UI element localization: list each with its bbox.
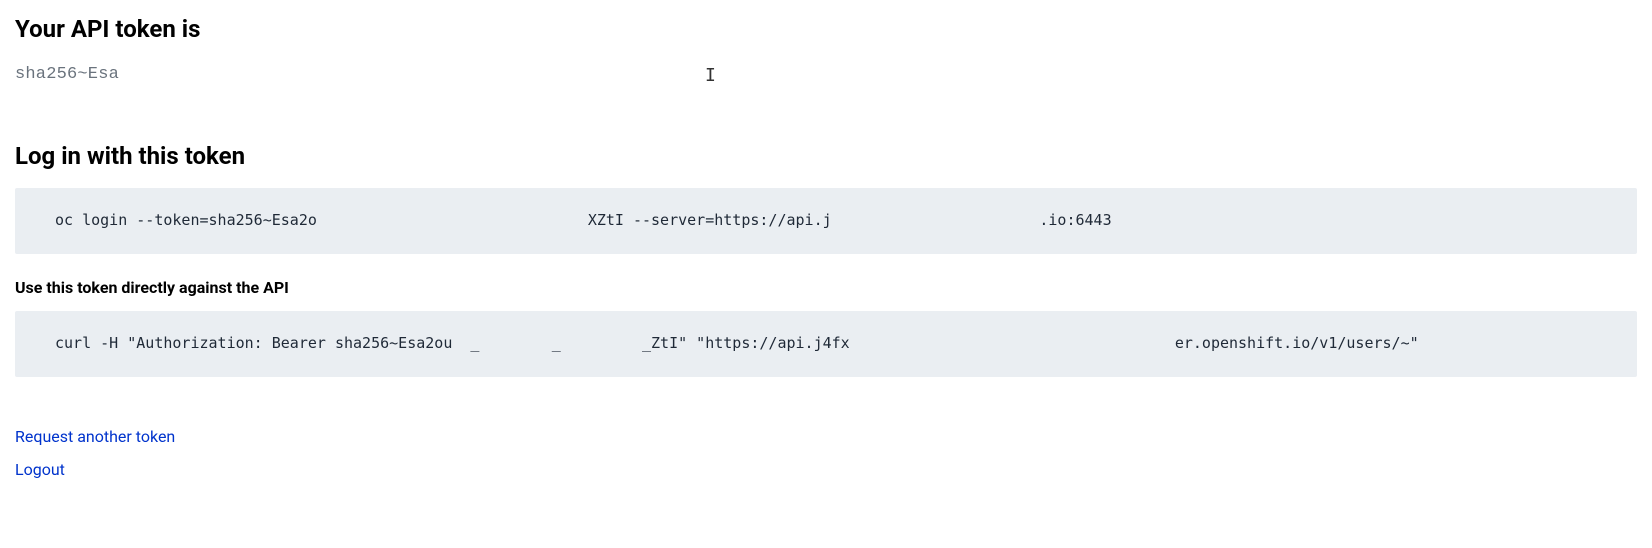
text-cursor-icon: I bbox=[705, 65, 716, 86]
token-display[interactable]: sha256~Esa I bbox=[15, 65, 1637, 84]
request-another-token-link[interactable]: Request another token bbox=[15, 427, 1637, 446]
oc-login-command: oc login --token=sha256~Esa2o XZtI --ser… bbox=[55, 211, 1112, 229]
heading-your-api-token: Your API token is bbox=[15, 15, 1637, 43]
curl-command-block[interactable]: curl -H "Authorization: Bearer sha256~Es… bbox=[15, 311, 1637, 377]
heading-login-with-token: Log in with this token bbox=[15, 142, 1637, 170]
links-section: Request another token Logout bbox=[15, 427, 1637, 479]
oc-login-command-block[interactable]: oc login --token=sha256~Esa2o XZtI --ser… bbox=[15, 188, 1637, 254]
logout-link[interactable]: Logout bbox=[15, 460, 1637, 479]
token-value: sha256~Esa bbox=[15, 65, 119, 84]
curl-command: curl -H "Authorization: Bearer sha256~Es… bbox=[55, 334, 1419, 352]
heading-use-against-api: Use this token directly against the API bbox=[15, 278, 1637, 297]
